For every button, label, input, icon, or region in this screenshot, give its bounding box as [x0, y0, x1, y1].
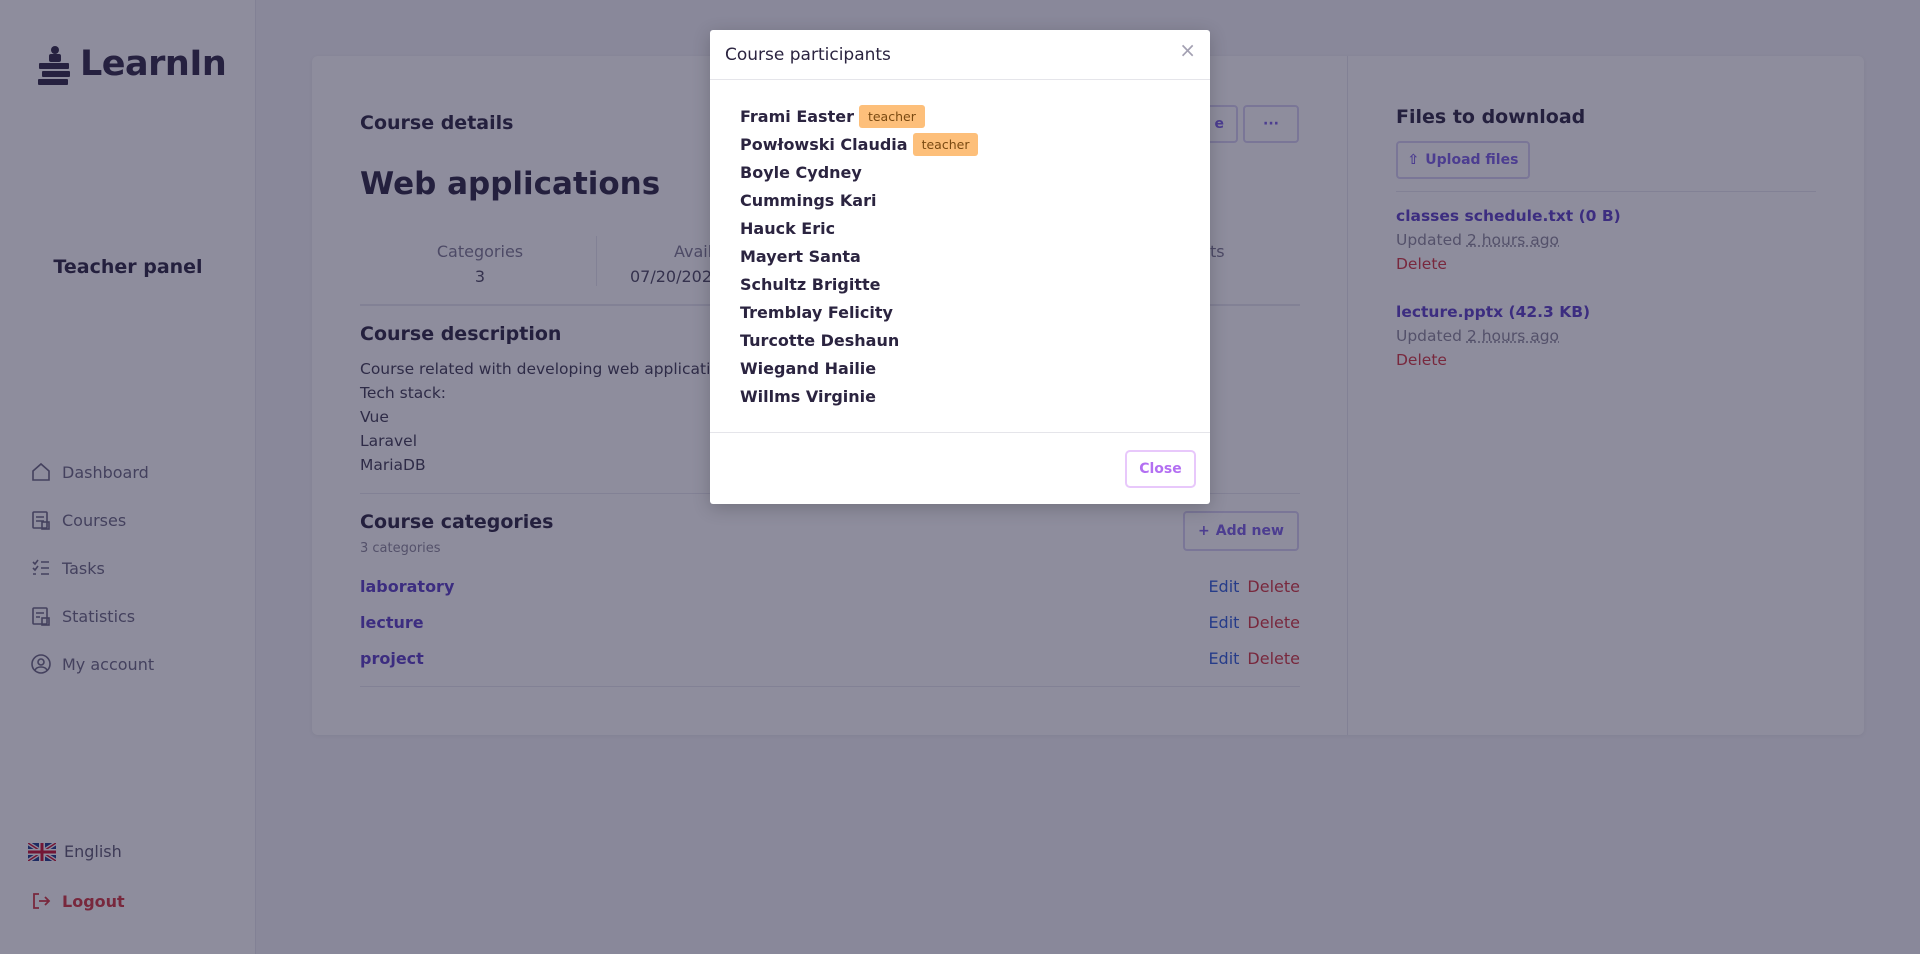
participant-name: Powłowski Claudia [740, 134, 908, 154]
participant-item: Boyle Cydney [740, 158, 978, 186]
participant-name: Turcotte Deshaun [740, 330, 900, 350]
participant-item: Willms Virginie [740, 382, 978, 410]
participant-item: Tremblay Felicity [740, 298, 978, 326]
modal-title: Course participants [725, 45, 891, 65]
participant-item: Schultz Brigitte [740, 270, 978, 298]
participants-modal: Course participants × Frami Easter teach… [710, 30, 1210, 504]
participant-item: Cummings Kari [740, 186, 978, 214]
participant-name: Frami Easter [740, 106, 854, 126]
modal-header: Course participants × [710, 30, 1210, 80]
participant-item: Wiegand Hailie [740, 354, 978, 382]
participant-name: Tremblay Felicity [740, 302, 893, 322]
participant-name: Cummings Kari [740, 190, 877, 210]
participant-name: Hauck Eric [740, 218, 836, 238]
close-button[interactable]: Close [1125, 450, 1196, 488]
role-badge: teacher [858, 104, 925, 128]
participants-list: Frami Easter teacher Powłowski Claudia t… [740, 102, 979, 410]
participant-item: Frami Easter teacher [740, 102, 978, 130]
participant-name: Willms Virginie [740, 386, 877, 406]
role-badge: teacher [912, 132, 979, 156]
participant-item: Powłowski Claudia teacher [740, 130, 979, 158]
modal-footer-divider [710, 432, 1210, 433]
participant-name: Mayert Santa [740, 246, 861, 266]
participant-name: Wiegand Hailie [740, 358, 877, 378]
participant-item: Turcotte Deshaun [740, 326, 978, 354]
participant-item: Mayert Santa [740, 242, 978, 270]
participant-item: Hauck Eric [740, 214, 978, 242]
participant-name: Boyle Cydney [740, 162, 862, 182]
participant-name: Schultz Brigitte [740, 274, 881, 294]
close-icon[interactable]: × [1179, 40, 1196, 60]
